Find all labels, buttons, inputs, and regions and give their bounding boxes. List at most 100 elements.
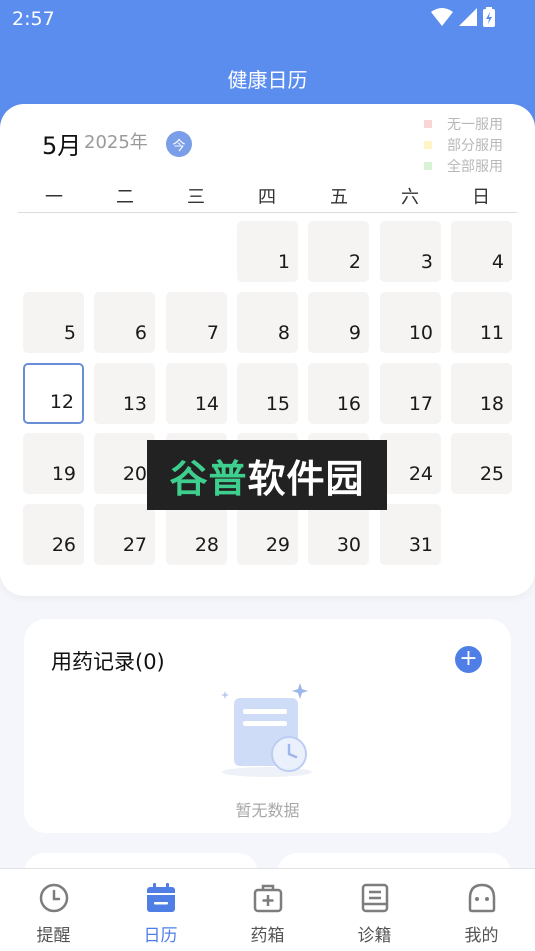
status-time: 2:57 [12, 8, 55, 30]
legend-label: 部分服用 [447, 137, 503, 154]
weekday-label: 二 [116, 187, 134, 208]
add-record-button[interactable]: + [455, 646, 482, 673]
calendar-day[interactable]: 1 [237, 221, 298, 282]
calendar-day[interactable]: 3 [380, 221, 441, 282]
day-number: 7 [206, 322, 219, 344]
calendar-day[interactable]: 27 [94, 504, 155, 565]
legend-swatch-partial [424, 140, 432, 149]
calendar-day[interactable]: 17 [380, 363, 441, 424]
nav-item-profile[interactable]: 我的 [428, 869, 535, 951]
weekday-label: 一 [45, 187, 63, 208]
nav-item-records[interactable]: 诊籍 [321, 869, 428, 951]
calendar-day[interactable]: 5 [23, 292, 84, 353]
calendar-day[interactable]: 31 [380, 504, 441, 565]
page-title: 健康日历 [227, 68, 308, 92]
weekday-label: 四 [258, 187, 276, 208]
calendar-day[interactable]: 24 [380, 433, 441, 494]
day-number: 27 [122, 534, 147, 556]
day-number: 24 [408, 463, 433, 485]
legend-swatch-none [424, 119, 432, 128]
calendar-day[interactable]: 14 [166, 363, 227, 424]
battery-icon [483, 7, 495, 27]
calendar-day[interactable]: 9 [308, 292, 369, 353]
calendar-day[interactable]: 6 [94, 292, 155, 353]
day-number: 19 [51, 463, 76, 485]
calendar-day[interactable]: 7 [166, 292, 227, 353]
calendar-day[interactable]: 28 [166, 504, 227, 565]
nav-label: 日历 [143, 926, 178, 946]
day-number: 25 [479, 463, 504, 485]
weekday-header: 一 二 三 四 五 六 日 [18, 183, 517, 213]
calendar-day-selected[interactable]: 12 [23, 363, 84, 424]
calendar-day[interactable]: 25 [451, 433, 512, 494]
day-number: 15 [265, 393, 290, 415]
calendar-day[interactable]: 26 [23, 504, 84, 565]
calendar-day[interactable]: 4 [451, 221, 512, 282]
legend-swatch-all [424, 161, 432, 170]
day-number: 1 [277, 251, 290, 273]
nav-item-reminder[interactable]: 提醒 [0, 869, 107, 951]
nav-label: 我的 [464, 926, 499, 946]
record-title: 用药记录(0) [51, 650, 165, 674]
legend: 无一服用 部分服用 全部服用 [424, 113, 503, 176]
watermark-text: 软件园 [247, 456, 365, 501]
wifi-icon [431, 8, 453, 26]
legend-item: 部分服用 [424, 134, 503, 155]
calendar-year[interactable]: 2025年 [84, 128, 148, 154]
nav-label: 诊籍 [357, 926, 392, 946]
day-number: 26 [51, 534, 76, 556]
day-number: 18 [479, 393, 504, 415]
day-number: 29 [265, 534, 290, 556]
records-icon [361, 883, 389, 913]
day-number: 3 [420, 251, 433, 273]
day-number: 2 [348, 251, 361, 273]
medicine-box-icon [253, 884, 283, 913]
status-icons [431, 7, 495, 27]
day-number: 9 [348, 322, 361, 344]
calendar-day[interactable]: 16 [308, 363, 369, 424]
calendar-day[interactable]: 19 [23, 433, 84, 494]
calendar-day[interactable]: 11 [451, 292, 512, 353]
calendar-card: 5月 2025年 今 无一服用 部分服用 全部服用 一 二 三 四 五 六 日 … [0, 104, 535, 596]
day-number: 31 [408, 534, 433, 556]
day-number: 30 [336, 534, 361, 556]
today-button[interactable]: 今 [166, 131, 192, 157]
weekday-label: 五 [330, 187, 348, 208]
calendar-day[interactable]: 2 [308, 221, 369, 282]
calendar-day[interactable]: 20 [94, 433, 155, 494]
empty-state-text: 暂无数据 [235, 801, 300, 820]
day-number: 10 [408, 322, 433, 344]
day-number: 20 [122, 463, 147, 485]
legend-label: 无一服用 [447, 116, 503, 133]
day-number: 4 [491, 251, 504, 273]
day-number: 8 [277, 322, 290, 344]
weekday-label: 三 [187, 187, 205, 208]
calendar-day[interactable]: 13 [94, 363, 155, 424]
bottom-nav: 提醒 日历 药箱 诊籍 我的 [0, 868, 535, 951]
calendar-day[interactable]: 29 [237, 504, 298, 565]
calendar-day[interactable]: 30 [308, 504, 369, 565]
day-number: 28 [194, 534, 219, 556]
nav-label: 提醒 [36, 926, 71, 946]
clock-icon [39, 883, 69, 913]
legend-item: 全部服用 [424, 155, 503, 176]
nav-item-calendar[interactable]: 日历 [107, 869, 214, 951]
legend-label: 全部服用 [447, 158, 503, 175]
medication-record-card: 用药记录(0) + 暂无数据 [24, 619, 511, 833]
calendar-day[interactable]: 15 [237, 363, 298, 424]
watermark-text: 谷普 [169, 456, 248, 501]
calendar-day[interactable]: 18 [451, 363, 512, 424]
calendar-month[interactable]: 5月 [42, 126, 81, 161]
calendar-icon [147, 883, 175, 912]
day-number: 17 [408, 393, 433, 415]
signal-icon [459, 8, 477, 26]
profile-icon [468, 883, 496, 913]
day-number: 13 [122, 393, 147, 415]
day-number: 5 [63, 322, 76, 344]
day-number: 16 [336, 393, 361, 415]
day-number: 12 [49, 391, 74, 413]
calendar-day[interactable]: 10 [380, 292, 441, 353]
empty-document-icon [221, 683, 312, 777]
calendar-day[interactable]: 8 [237, 292, 298, 353]
nav-item-medicine-box[interactable]: 药箱 [214, 869, 321, 951]
